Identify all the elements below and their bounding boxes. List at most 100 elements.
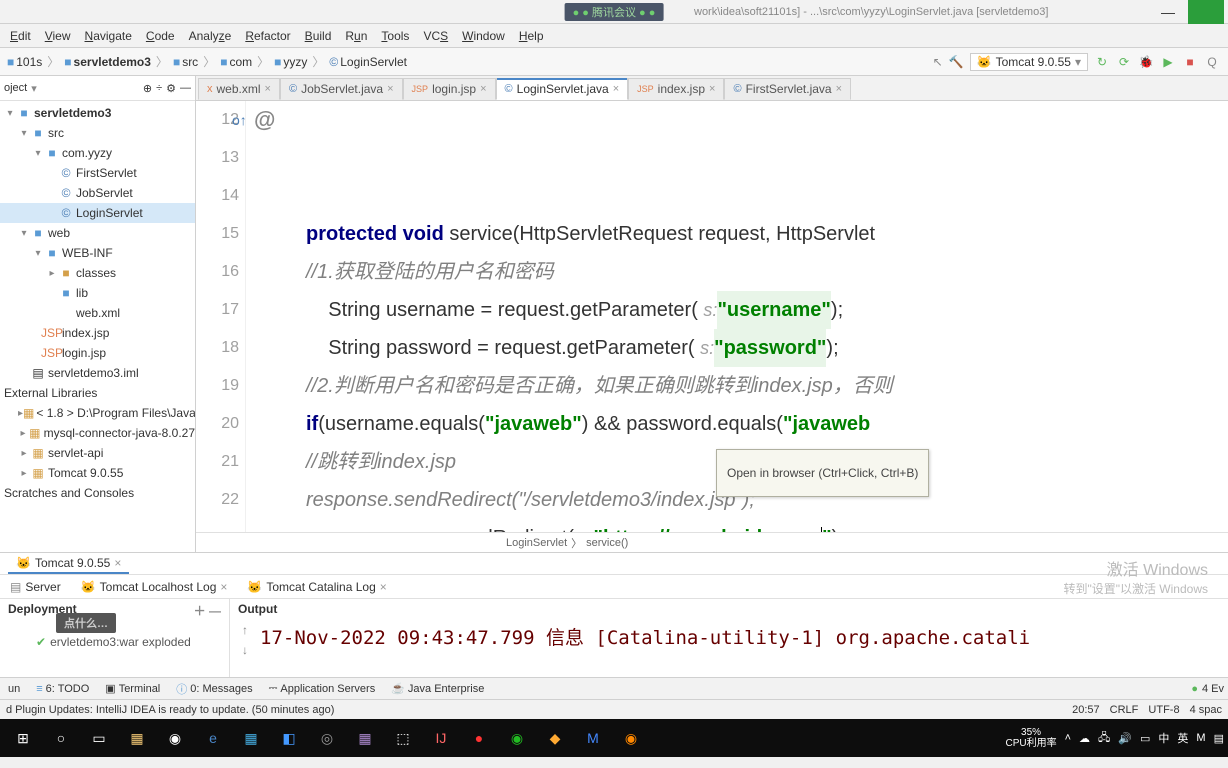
crumb-com[interactable]: ■ com bbox=[217, 54, 255, 70]
menu-tools[interactable]: Tools bbox=[375, 27, 415, 45]
menu-navigate[interactable]: Navigate bbox=[79, 27, 138, 45]
code-area[interactable]: Open in browser (Ctrl+Click, Ctrl+B) pro… bbox=[246, 101, 1228, 532]
code-line[interactable]: if(username.equals("javaweb") && passwor… bbox=[306, 405, 1228, 443]
editor-tab[interactable]: JSPlogin.jsp× bbox=[403, 78, 496, 100]
tree-item[interactable]: ©FirstServlet bbox=[0, 163, 195, 183]
close-icon[interactable]: × bbox=[480, 83, 486, 95]
tree-item[interactable]: ▾■com.yyzy bbox=[0, 143, 195, 163]
tray-cloud-icon[interactable]: ☁ bbox=[1079, 732, 1090, 745]
run-subtab-server[interactable]: ▤Server bbox=[0, 578, 71, 596]
editor-tab[interactable]: ©LoginServlet.java× bbox=[496, 78, 629, 100]
task-app8[interactable]: ◉ bbox=[612, 719, 650, 757]
menu-refactor[interactable]: Refactor bbox=[239, 27, 296, 45]
tt-java-enterprise[interactable]: ☕Java Enterprise bbox=[387, 681, 488, 696]
tree-item[interactable]: JSPindex.jsp bbox=[0, 323, 195, 343]
stop-icon[interactable]: ■ bbox=[1182, 54, 1198, 70]
minimize-button[interactable]: — bbox=[1148, 0, 1188, 24]
debug-icon[interactable]: 🐞 bbox=[1138, 54, 1154, 70]
tt-run[interactable]: un bbox=[4, 682, 24, 696]
task-view[interactable]: ▭ bbox=[80, 719, 118, 757]
task-explorer[interactable]: ▦ bbox=[118, 719, 156, 757]
tree-item[interactable]: ▸■classes bbox=[0, 263, 195, 283]
tree-ext-item[interactable]: ▸▦< 1.8 > D:\Program Files\Java bbox=[0, 403, 195, 423]
editor-tab[interactable]: JSPindex.jsp× bbox=[628, 78, 724, 100]
crumb-src[interactable]: ■ src bbox=[170, 54, 201, 70]
tt-todo[interactable]: ≡6: TODO bbox=[32, 682, 93, 696]
tray-up-icon[interactable]: ˄ bbox=[1065, 732, 1071, 744]
tree-external-libraries[interactable]: External Libraries bbox=[0, 383, 195, 403]
close-button[interactable] bbox=[1188, 0, 1228, 24]
up-icon[interactable]: ↑ bbox=[242, 623, 248, 637]
crumb-servletdemo3[interactable]: ■ servletdemo3 bbox=[61, 54, 154, 70]
tray-ime-zh[interactable]: 中 bbox=[1158, 730, 1169, 746]
tt-messages[interactable]: ⓘ0: Messages bbox=[172, 680, 256, 698]
status-indent[interactable]: 4 spac bbox=[1190, 704, 1222, 716]
code-line[interactable]: response.sendRedirect( s: "https://www.b… bbox=[306, 519, 1228, 532]
tree-ext-item[interactable]: ▸▦servlet-api bbox=[0, 443, 195, 463]
code-line[interactable]: String username = request.getParameter( … bbox=[306, 291, 1228, 329]
run-config-selector[interactable]: 🐱 Tomcat 9.0.55 ▾ bbox=[970, 53, 1088, 71]
task-wechat[interactable]: ◉ bbox=[498, 719, 536, 757]
menu-help[interactable]: Help bbox=[513, 27, 550, 45]
tray-vol-icon[interactable]: 🔊 bbox=[1118, 732, 1132, 745]
console-text[interactable]: 17-Nov-2022 09:43:47.799 信息 [Catalina-ut… bbox=[260, 619, 1228, 677]
editor-tab[interactable]: xweb.xml× bbox=[198, 78, 280, 100]
bc-method[interactable]: service() bbox=[586, 537, 628, 549]
tray-ime-en[interactable]: 英 bbox=[1177, 730, 1188, 746]
task-app7[interactable]: M bbox=[574, 719, 612, 757]
search-icon[interactable]: Q bbox=[1204, 54, 1220, 70]
status-encoding[interactable]: UTF-8 bbox=[1148, 704, 1179, 716]
editor-tab[interactable]: ©JobServlet.java× bbox=[280, 78, 403, 100]
hammer-icon[interactable]: 🔨 bbox=[949, 55, 964, 69]
crumb-yyzy[interactable]: ■ yyzy bbox=[271, 54, 310, 70]
menu-run[interactable]: Run bbox=[339, 27, 373, 45]
tree-item[interactable]: ■lib bbox=[0, 283, 195, 303]
run-icon[interactable]: ↻ bbox=[1094, 54, 1110, 70]
editor-body[interactable]: 12 ο↑@13141516171819202122 Open in brows… bbox=[196, 101, 1228, 532]
collapse-icon[interactable]: ÷ bbox=[156, 82, 162, 95]
task-app2[interactable]: ◧ bbox=[270, 719, 308, 757]
status-pos[interactable]: 20:57 bbox=[1072, 704, 1100, 716]
tt-terminal[interactable]: ▣Terminal bbox=[101, 681, 164, 696]
tray-battery-icon[interactable]: ▭ bbox=[1140, 732, 1150, 745]
deployment-item[interactable]: ✔ ervletdemo3:war exploded bbox=[0, 633, 229, 651]
menu-code[interactable]: Code bbox=[140, 27, 181, 45]
close-icon[interactable]: × bbox=[265, 83, 271, 95]
crumb-101s[interactable]: ■ 101s bbox=[4, 54, 45, 70]
tray-notif-icon[interactable]: ▤ bbox=[1214, 732, 1224, 745]
task-app6[interactable]: ◆ bbox=[536, 719, 574, 757]
tree-root[interactable]: ▾■servletdemo3 bbox=[0, 103, 195, 123]
tree-item[interactable]: ©JobServlet bbox=[0, 183, 195, 203]
tree-item[interactable]: ▾■WEB-INF bbox=[0, 243, 195, 263]
menu-edit[interactable]: Edit bbox=[4, 27, 37, 45]
close-icon[interactable]: × bbox=[836, 83, 842, 95]
code-line[interactable]: //2.判断用户名和密码是否正确，如果正确则跳转到index.jsp，否则 bbox=[306, 367, 1228, 405]
menu-window[interactable]: Window bbox=[456, 27, 511, 45]
run-subtab-localhost[interactable]: 🐱Tomcat Localhost Log× bbox=[71, 578, 238, 596]
tree-item[interactable]: ▤servletdemo3.iml bbox=[0, 363, 195, 383]
task-edge[interactable]: e bbox=[194, 719, 232, 757]
crumb-loginservlet[interactable]: © LoginServlet bbox=[326, 54, 410, 70]
task-chrome[interactable]: ◉ bbox=[156, 719, 194, 757]
collapse-icon[interactable]: ＋ — bbox=[194, 602, 221, 619]
task-app1[interactable]: ▦ bbox=[232, 719, 270, 757]
tree-item[interactable]: ▾■web bbox=[0, 223, 195, 243]
status-line-sep[interactable]: CRLF bbox=[1110, 704, 1139, 716]
task-app5[interactable]: ⬚ bbox=[384, 719, 422, 757]
editor-tab[interactable]: ©FirstServlet.java× bbox=[724, 78, 851, 100]
task-app4[interactable]: ▦ bbox=[346, 719, 384, 757]
tree-ext-item[interactable]: ▸▦Tomcat 9.0.55 bbox=[0, 463, 195, 483]
target-icon[interactable]: ⊕ bbox=[143, 82, 152, 95]
tray-net-icon[interactable]: 🖧 bbox=[1098, 729, 1110, 748]
menu-build[interactable]: Build bbox=[299, 27, 338, 45]
code-line[interactable]: String password = request.getParameter( … bbox=[306, 329, 1228, 367]
close-icon[interactable]: × bbox=[387, 83, 393, 95]
close-icon[interactable]: × bbox=[613, 83, 619, 95]
tree-ext-item[interactable]: ▸▦mysql-connector-java-8.0.27 bbox=[0, 423, 195, 443]
task-search[interactable]: ○ bbox=[42, 719, 80, 757]
menu-vcs[interactable]: VCS bbox=[417, 27, 454, 45]
close-icon[interactable]: × bbox=[114, 556, 121, 570]
tree-item[interactable]: ▾■src bbox=[0, 123, 195, 143]
start-button[interactable]: ⊞ bbox=[4, 719, 42, 757]
refresh-icon[interactable]: ⟳ bbox=[1116, 54, 1132, 70]
